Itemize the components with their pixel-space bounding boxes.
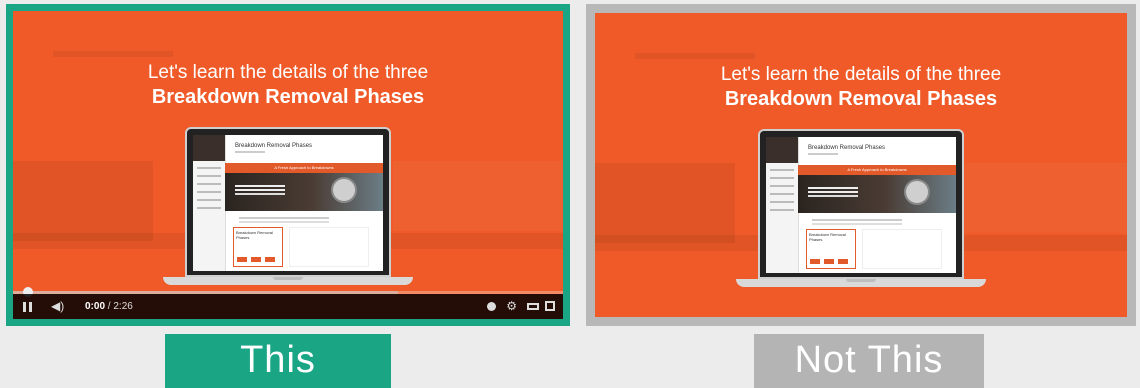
screen-photo	[225, 173, 383, 211]
screen-banner: A Fresh Approach to Breakdowns	[798, 165, 956, 175]
screen-title: Breakdown Removal Phases	[808, 145, 886, 151]
gauge-icon	[331, 177, 357, 203]
screen-title: Breakdown Removal Phases	[235, 143, 313, 149]
background-shape	[13, 161, 153, 241]
duration: / 2:26	[105, 301, 133, 312]
pause-button[interactable]	[21, 294, 35, 319]
info-icon[interactable]	[487, 294, 497, 319]
laptop-illustration: Breakdown Removal Phases A Fresh Approac…	[163, 127, 413, 297]
screen-banner: A Fresh Approach to Breakdowns	[225, 163, 383, 173]
screen-card: Breakdown Removal Phases	[233, 227, 283, 267]
good-example-panel: Let's learn the details of the three Bre…	[6, 4, 570, 326]
video-headline: Let's learn the details of the three Bre…	[595, 63, 1127, 111]
laptop-screen-content: Breakdown Removal Phases A Fresh Approac…	[193, 135, 383, 271]
laptop-screen: Breakdown Removal Phases A Fresh Approac…	[758, 129, 964, 279]
video-headline: Let's learn the details of the three Bre…	[13, 61, 563, 109]
gear-icon[interactable]: ⚙	[506, 294, 517, 319]
background-shape	[595, 163, 735, 243]
screen-logo	[193, 135, 225, 161]
fullscreen-icon[interactable]	[545, 294, 557, 319]
headline-line-2: Breakdown Removal Phases	[724, 88, 998, 110]
background-shape	[53, 51, 173, 57]
video-player[interactable]: Let's learn the details of the three Bre…	[13, 11, 563, 319]
player-controls: ◀) 0:00 / 2:26 ⚙	[13, 294, 563, 319]
laptop-screen-content: Breakdown Removal Phases A Fresh Approac…	[766, 137, 956, 273]
screen-photo	[798, 175, 956, 213]
screen-card: Breakdown Removal Phases	[806, 229, 856, 269]
screen-logo	[766, 137, 798, 163]
volume-icon[interactable]: ◀)	[51, 294, 64, 319]
headline-line-2: Breakdown Removal Phases	[151, 86, 425, 108]
video-frame: Let's learn the details of the three Bre…	[595, 13, 1127, 317]
headline-line-1: Let's learn the details of the three	[720, 64, 1002, 85]
screen-sidebar	[193, 135, 226, 271]
caption-this: This	[165, 334, 391, 388]
caption-not-this: Not This	[754, 334, 984, 388]
time-display: 0:00 / 2:26	[85, 294, 133, 319]
bad-example-panel: Let's learn the details of the three Bre…	[586, 4, 1136, 326]
pause-icon	[23, 302, 26, 312]
background-shape	[965, 163, 1127, 233]
laptop-screen: Breakdown Removal Phases A Fresh Approac…	[185, 127, 391, 277]
headline-line-1: Let's learn the details of the three	[147, 62, 429, 83]
screen-sidebar	[766, 137, 799, 273]
background-shape	[393, 161, 563, 231]
background-shape	[635, 53, 755, 59]
gauge-icon	[904, 179, 930, 205]
current-time: 0:00	[85, 301, 106, 312]
theater-mode-icon[interactable]	[527, 294, 539, 319]
laptop-illustration: Breakdown Removal Phases A Fresh Approac…	[736, 129, 986, 299]
